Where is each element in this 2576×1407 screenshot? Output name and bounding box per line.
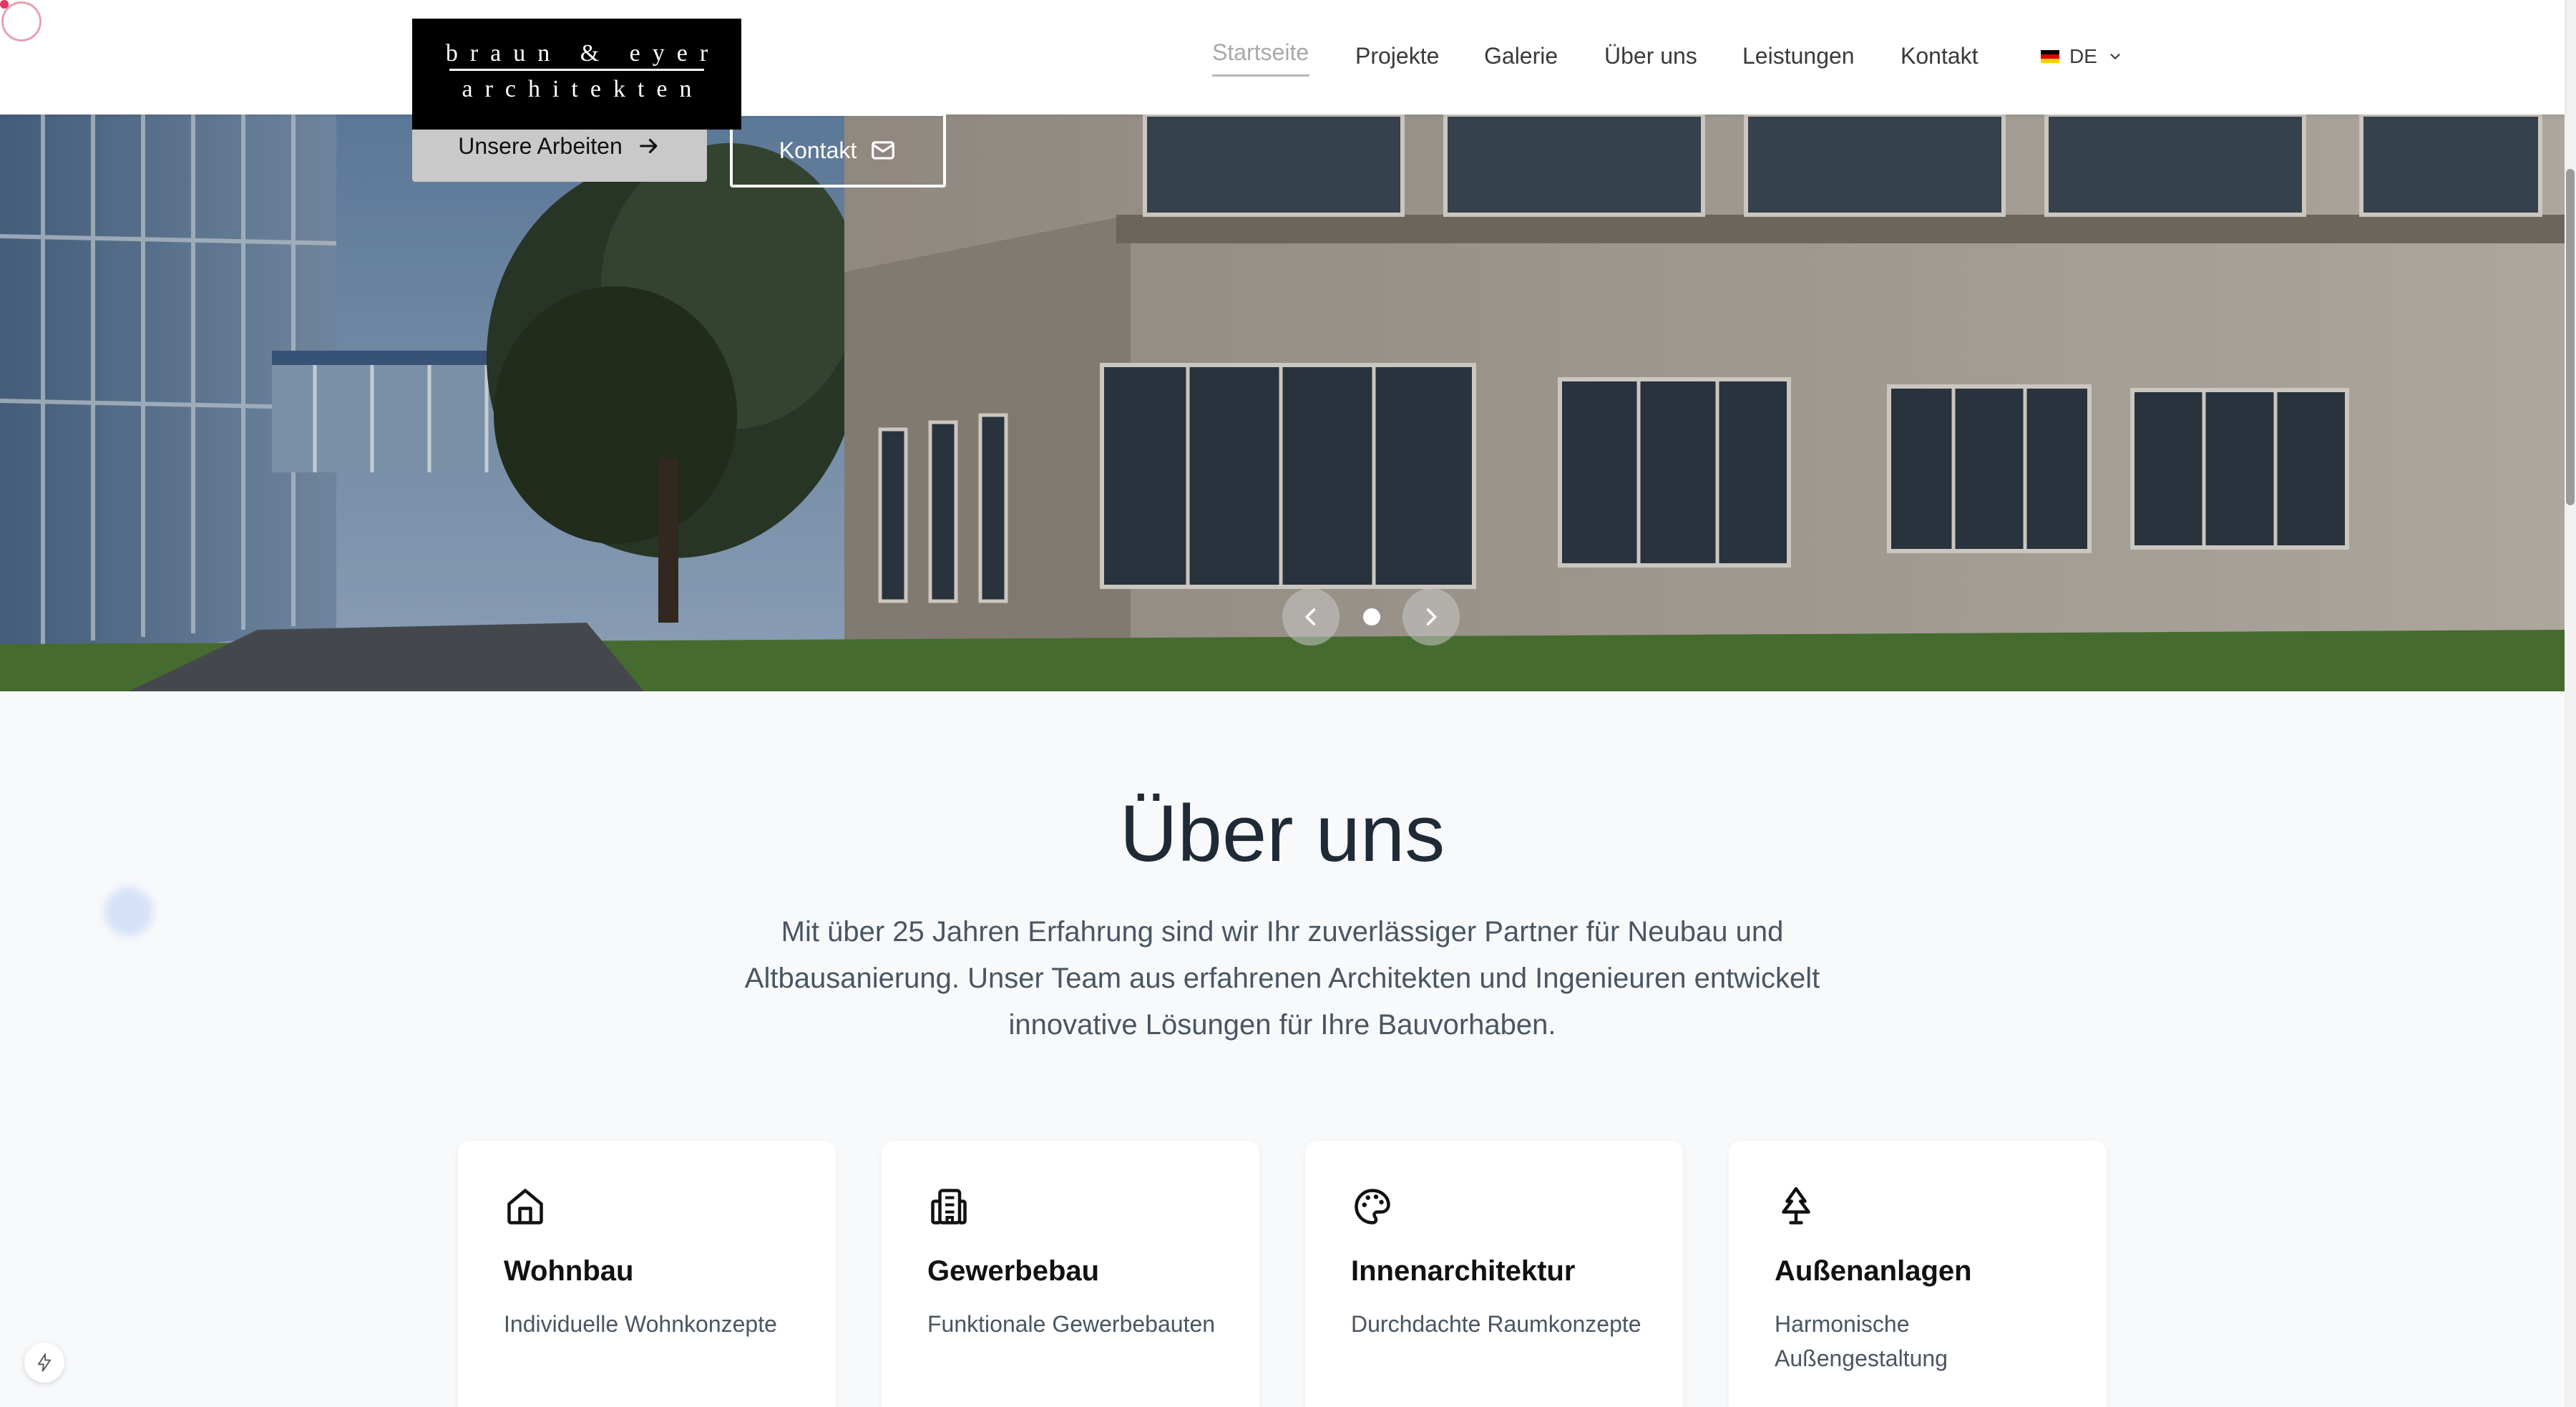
service-title: Wohnbau: [504, 1255, 634, 1287]
language-code: DE: [2069, 45, 2097, 67]
slider-next-button[interactable]: [1402, 588, 1460, 646]
nav-item-ueber-uns[interactable]: Über uns: [1604, 43, 1697, 69]
nav-active-underline: [1212, 74, 1309, 77]
service-card-innenarchitektur[interactable]: Innenarchitektur Durchdachte Raumkonzept…: [1305, 1141, 1683, 1407]
site-header: Startseite Projekte Galerie Über uns Lei…: [0, 0, 2565, 115]
about-text: Mit über 25 Jahren Erfahrung sind wir Ih…: [744, 916, 1820, 1041]
nav-item-projekte[interactable]: Projekte: [1355, 43, 1439, 69]
arrow-right-icon: [639, 138, 658, 154]
decorative-glow: [104, 887, 153, 936]
service-description: Individuelle Wohnkonzepte: [504, 1311, 777, 1337]
nav-item-leistungen[interactable]: Leistungen: [1742, 43, 1855, 69]
german-flag-icon: [2041, 50, 2059, 63]
about-title: Über uns: [1119, 789, 1445, 878]
service-description: Harmonische Außengestaltung: [1775, 1311, 1948, 1371]
service-title: Außenanlagen: [1775, 1255, 1972, 1287]
logo-line-2: architekten: [462, 76, 704, 102]
service-description: Funktionale Gewerbebauten: [927, 1311, 1216, 1337]
language-selector[interactable]: DE: [2041, 44, 2123, 69]
contact-button-label: Kontakt: [779, 137, 857, 163]
main-nav: Startseite Projekte Galerie Über uns Lei…: [0, 0, 2565, 115]
house-icon: [507, 1189, 543, 1225]
chevron-left-icon: [1305, 608, 1316, 625]
service-card-aussenanlagen[interactable]: Außenanlagen Harmonische Außengestaltung: [1729, 1141, 2107, 1407]
mail-icon: [872, 141, 895, 160]
logo-divider: [449, 69, 704, 71]
service-description: Durchdachte Raumkonzepte: [1351, 1311, 1641, 1337]
service-card-gewerbebau[interactable]: Gewerbebau Funktionale Gewerbebauten: [882, 1141, 1259, 1407]
service-title: Gewerbebau: [927, 1255, 1100, 1287]
nav-item-kontakt[interactable]: Kontakt: [1901, 43, 1979, 69]
palette-icon: [1355, 1189, 1390, 1225]
slider-prev-button[interactable]: [1282, 588, 1340, 646]
tree-icon: [1782, 1187, 1810, 1225]
building-icon: [931, 1189, 967, 1225]
logo-line-1: braun & eyer: [445, 40, 721, 67]
chevron-right-icon: [1426, 608, 1437, 625]
scrollbar-thumb[interactable]: [2566, 169, 2575, 505]
cursor-ring-icon: [1, 1, 42, 42]
contact-button[interactable]: Kontakt: [730, 113, 946, 188]
lightning-icon: [37, 1353, 52, 1372]
slider-dot-active[interactable]: [1363, 608, 1380, 625]
site-logo[interactable]: braun & eyer architekten: [412, 19, 741, 130]
cursor-dot-icon: [0, 0, 9, 9]
nav-item-startseite[interactable]: Startseite: [1212, 39, 1309, 66]
service-title: Innenarchitektur: [1351, 1255, 1576, 1287]
quick-action-button[interactable]: [24, 1343, 64, 1383]
nav-item-galerie[interactable]: Galerie: [1484, 43, 1558, 69]
our-work-button-label: Unsere Arbeiten: [458, 132, 623, 159]
chevron-down-icon: [2110, 54, 2120, 59]
service-card-wohnbau[interactable]: Wohnbau Individuelle Wohnkonzepte: [458, 1141, 836, 1407]
